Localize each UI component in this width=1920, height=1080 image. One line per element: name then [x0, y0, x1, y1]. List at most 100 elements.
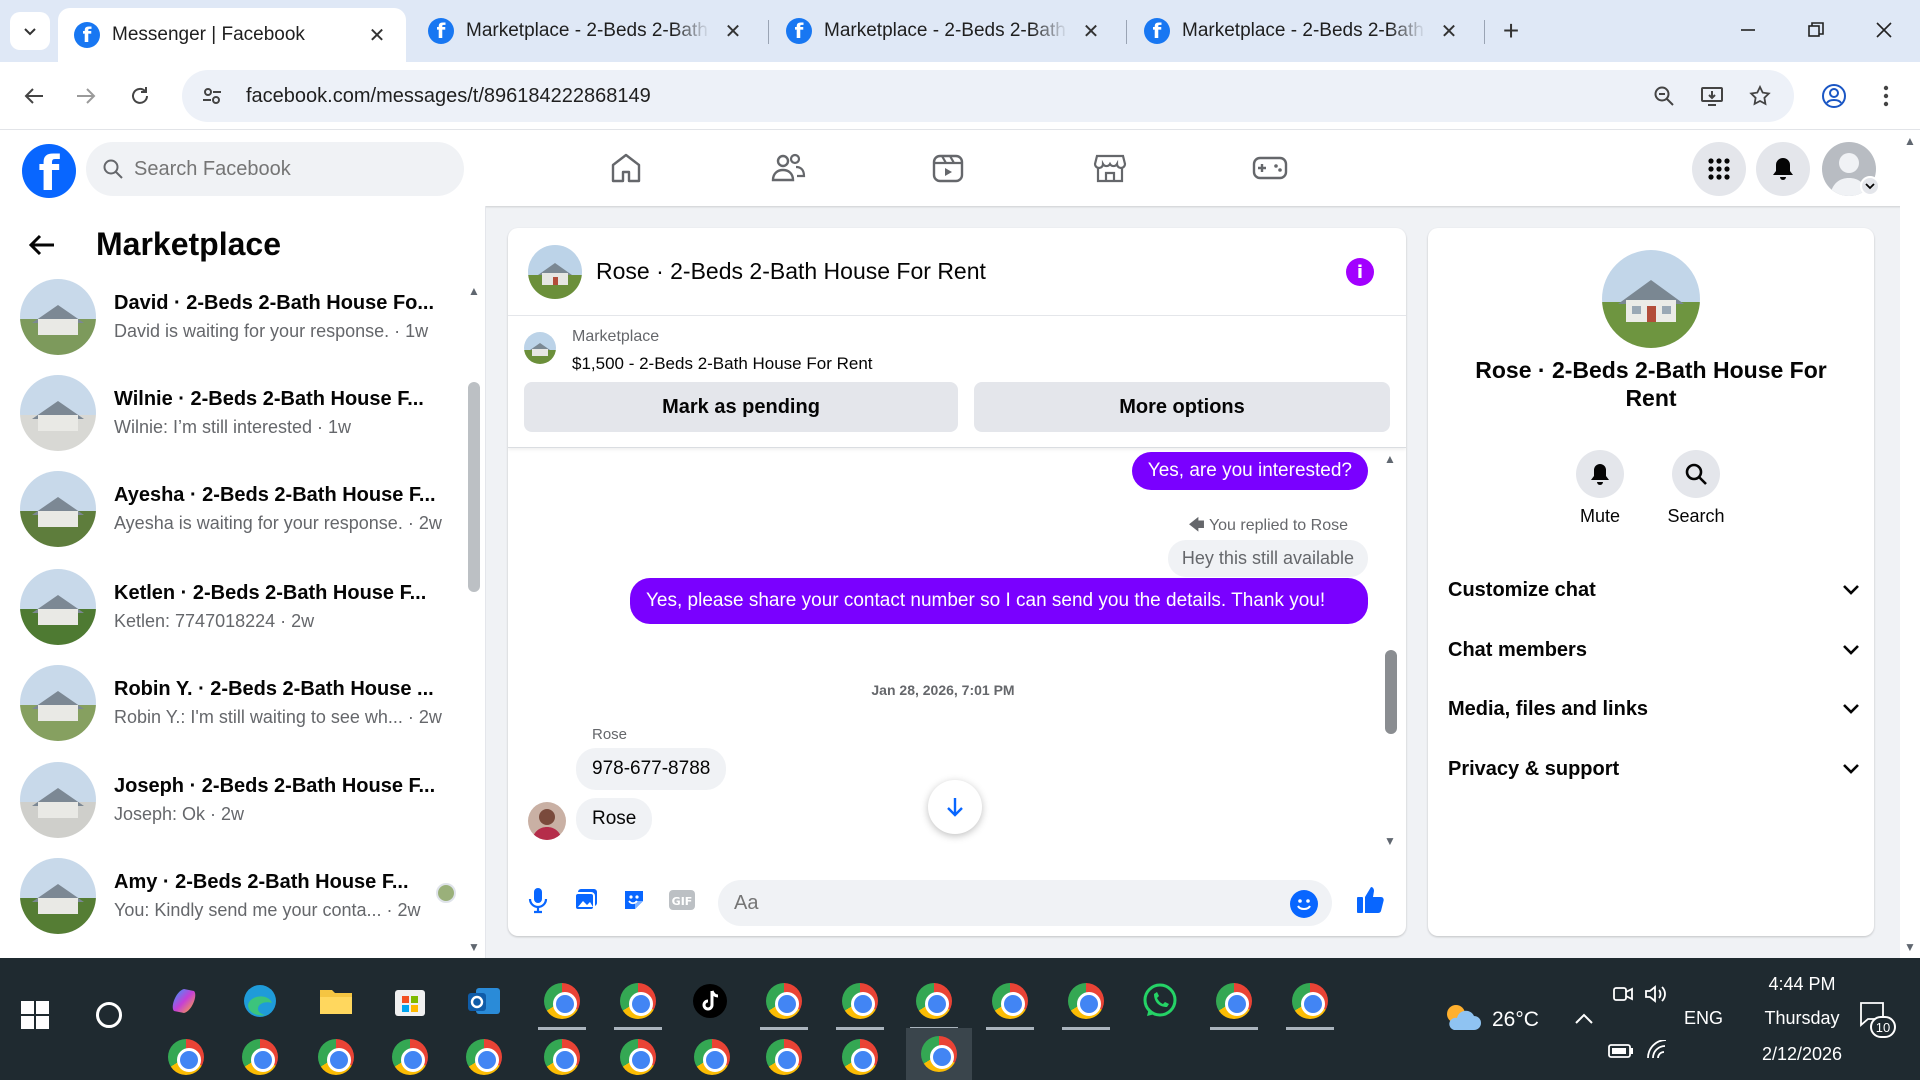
file-explorer-icon[interactable]: [308, 974, 364, 1028]
gif-icon[interactable]: GIF: [666, 884, 698, 916]
chat-avatar[interactable]: [20, 279, 96, 355]
chrome-profile-icon[interactable]: [1282, 974, 1338, 1030]
close-tab-icon[interactable]: ✕: [1436, 18, 1462, 44]
chrome-profile-icon[interactable]: [534, 1030, 590, 1080]
facebook-search[interactable]: [86, 142, 464, 196]
outlook-icon[interactable]: [456, 974, 512, 1028]
sender-avatar[interactable]: [528, 802, 566, 840]
mute-action[interactable]: Mute: [1560, 450, 1640, 527]
clock-time[interactable]: 4:44 PM: [1752, 974, 1852, 995]
scroll-to-bottom-button[interactable]: [928, 780, 982, 834]
facebook-logo[interactable]: f: [22, 144, 76, 198]
conversation-title[interactable]: Rose · 2-Beds 2-Bath House For Rent: [596, 258, 986, 285]
nav-marketplace[interactable]: [1082, 146, 1138, 190]
chat-list-item[interactable]: Ketlen · 2-Beds 2-Bath House F... Ketlen:…: [20, 564, 460, 650]
close-tab-icon[interactable]: ✕: [720, 18, 746, 44]
url-text[interactable]: facebook.com/messages/t/896184222868149: [246, 85, 651, 108]
minimize-button[interactable]: [1718, 10, 1778, 50]
chrome-profile-icon[interactable]: [308, 1030, 364, 1080]
input-language[interactable]: ENG: [1684, 1008, 1723, 1029]
camera-in-use-icon[interactable]: [1612, 984, 1634, 1010]
account-dropdown-icon[interactable]: [1860, 176, 1880, 196]
media-files-links-section[interactable]: Media, files and links: [1448, 687, 1860, 731]
battery-charging-icon[interactable]: [1608, 1042, 1634, 1065]
chat-list-item[interactable]: Wilnie · 2-Beds 2-Bath House F... Wilnie:…: [20, 370, 460, 456]
chrome-profile-icon[interactable]: [456, 1030, 512, 1080]
chrome-profile-icon[interactable]: [756, 1030, 812, 1080]
mark-as-pending-button[interactable]: Mark as pending: [524, 382, 958, 432]
chrome-profile-icon[interactable]: [982, 974, 1038, 1030]
back-button[interactable]: [14, 76, 54, 116]
nav-home[interactable]: [598, 146, 654, 190]
profile-button[interactable]: [1814, 76, 1854, 116]
tiktok-icon[interactable]: [682, 974, 738, 1028]
chrome-profile-icon-active[interactable]: [906, 1028, 972, 1080]
chrome-profile-icon[interactable]: [610, 1030, 666, 1080]
contact-profile-picture[interactable]: [1602, 250, 1700, 348]
reload-button[interactable]: [120, 76, 160, 116]
nav-gaming[interactable]: [1242, 146, 1298, 190]
chrome-profile-icon[interactable]: [684, 1030, 740, 1080]
search-action[interactable]: Search: [1656, 450, 1736, 527]
incoming-message[interactable]: 978-677-8788: [576, 748, 727, 790]
conversation-avatar[interactable]: [528, 244, 582, 299]
outgoing-message[interactable]: Yes, please share your contact number so…: [630, 578, 1368, 624]
new-tab-button[interactable]: +: [1494, 14, 1528, 48]
chrome-profile-icon[interactable]: [232, 1030, 288, 1080]
chrome-profile-icon[interactable]: [906, 974, 962, 1030]
search-in-conversation-button[interactable]: [1672, 450, 1720, 498]
menu-button[interactable]: [1692, 142, 1746, 196]
nav-video[interactable]: [920, 146, 976, 190]
chrome-profile-icon[interactable]: [534, 974, 590, 1030]
chat-avatar[interactable]: [20, 569, 96, 645]
chat-avatar[interactable]: [20, 665, 96, 741]
listing-thumbnail[interactable]: [524, 332, 556, 364]
chat-avatar[interactable]: [20, 375, 96, 451]
tab-marketplace-3[interactable]: f Marketplace - 2-Beds 2-Bath House For …: [1128, 8, 1478, 54]
chat-avatar[interactable]: [20, 858, 96, 934]
scroll-up-arrow-icon[interactable]: ▲: [1904, 134, 1916, 148]
thread-scrollbar[interactable]: ▲ ▼: [1384, 450, 1398, 850]
clock-date[interactable]: 2/12/2026: [1732, 1044, 1872, 1065]
incoming-message[interactable]: Rose: [576, 798, 653, 840]
chrome-profile-icon[interactable]: [1058, 974, 1114, 1030]
listing-price-title[interactable]: $1,500 - 2-Beds 2-Bath House For Rent: [572, 354, 873, 374]
edge-icon[interactable]: [232, 974, 288, 1028]
chat-avatar[interactable]: [20, 471, 96, 547]
wifi-icon[interactable]: [1646, 1039, 1668, 1066]
tab-marketplace-1[interactable]: f Marketplace - 2-Beds 2-Bath House For …: [412, 8, 762, 54]
more-options-button[interactable]: More options: [974, 382, 1390, 432]
chat-list-item[interactable]: Robin Y. · 2-Beds 2-Bath House ... Robin …: [20, 660, 460, 746]
chat-members-section[interactable]: Chat members: [1448, 628, 1860, 672]
microsoft-store-icon[interactable]: [382, 974, 438, 1028]
chat-list-item[interactable]: Amy · 2-Beds 2-Bath House F... You: Kindl…: [20, 853, 460, 939]
page-scrollbar[interactable]: ▲ ▼: [1900, 130, 1920, 958]
restore-button[interactable]: [1786, 10, 1846, 50]
chat-avatar[interactable]: [20, 762, 96, 838]
scroll-down-arrow-icon[interactable]: ▼: [1384, 834, 1396, 848]
copilot-icon[interactable]: [156, 974, 212, 1028]
quoted-message[interactable]: Hey this still available: [1167, 540, 1368, 577]
mute-button[interactable]: [1576, 450, 1624, 498]
zoom-icon[interactable]: [1644, 76, 1684, 116]
scroll-up-arrow-icon[interactable]: ▲: [468, 284, 480, 298]
taskbar-search-icon[interactable]: [96, 1002, 122, 1028]
close-tab-icon[interactable]: ✕: [364, 22, 390, 48]
chrome-profile-icon[interactable]: [832, 1030, 888, 1080]
scrollbar-thumb[interactable]: [1385, 650, 1397, 734]
chat-list-item[interactable]: Joseph · 2-Beds 2-Bath House F... Joseph:…: [20, 757, 460, 843]
install-app-icon[interactable]: [1692, 76, 1732, 116]
chat-list-item[interactable]: Ayesha · 2-Beds 2-Bath House F... Ayesha …: [20, 466, 460, 552]
facebook-search-input[interactable]: [134, 157, 434, 181]
chrome-profile-icon[interactable]: [610, 974, 666, 1030]
chrome-profile-icon[interactable]: [832, 974, 888, 1030]
emoji-icon[interactable]: [1290, 890, 1318, 918]
chrome-profile-icon[interactable]: [756, 974, 812, 1030]
site-info-icon[interactable]: [190, 74, 234, 118]
windows-start-icon[interactable]: [20, 1000, 50, 1030]
sticker-icon[interactable]: [618, 884, 650, 916]
weather-temperature[interactable]: 26°C: [1492, 1008, 1539, 1032]
whatsapp-icon[interactable]: [1132, 974, 1188, 1028]
browser-menu-button[interactable]: [1866, 76, 1906, 116]
address-bar[interactable]: facebook.com/messages/t/896184222868149: [182, 70, 1794, 122]
